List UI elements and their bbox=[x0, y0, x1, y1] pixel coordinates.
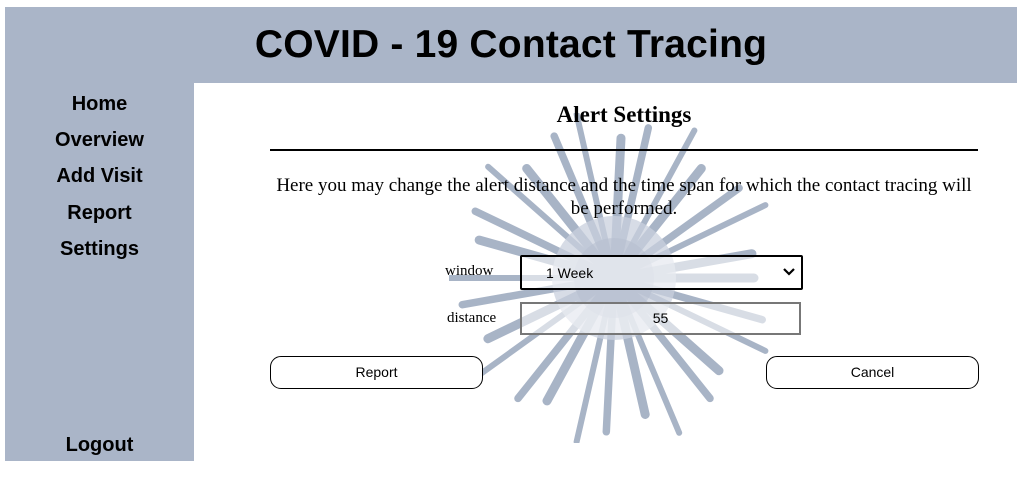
window-select[interactable]: 1 Week bbox=[520, 255, 803, 290]
distance-label: distance bbox=[447, 310, 497, 326]
title-divider bbox=[270, 149, 978, 151]
chevron-down-icon bbox=[783, 268, 795, 276]
sidebar-item-logout[interactable]: Logout bbox=[5, 434, 194, 457]
window-select-value: 1 Week bbox=[546, 265, 594, 281]
sidebar-item-overview[interactable]: Overview bbox=[5, 129, 194, 152]
window-label: window bbox=[445, 263, 494, 279]
page-title: Alert Settings bbox=[556, 102, 692, 127]
report-button[interactable]: Report bbox=[270, 356, 483, 389]
sidebar-nav: Home Overview Add Visit Report Settings … bbox=[5, 83, 194, 461]
sidebar-item-report[interactable]: Report bbox=[5, 202, 194, 225]
cancel-button[interactable]: Cancel bbox=[766, 356, 979, 389]
app-title: COVID - 19 Contact Tracing bbox=[254, 23, 768, 66]
sidebar-item-settings[interactable]: Settings bbox=[5, 238, 194, 261]
page-header: COVID - 19 Contact Tracing bbox=[5, 7, 1017, 83]
settings-panel: Alert Settings Here you may change the a… bbox=[194, 83, 1023, 479]
sidebar-item-home[interactable]: Home bbox=[5, 93, 194, 116]
distance-input[interactable]: 55 bbox=[520, 302, 801, 335]
sidebar-item-add-visit[interactable]: Add Visit bbox=[5, 165, 194, 188]
settings-description: Here you may change the alert distance a… bbox=[276, 175, 972, 219]
